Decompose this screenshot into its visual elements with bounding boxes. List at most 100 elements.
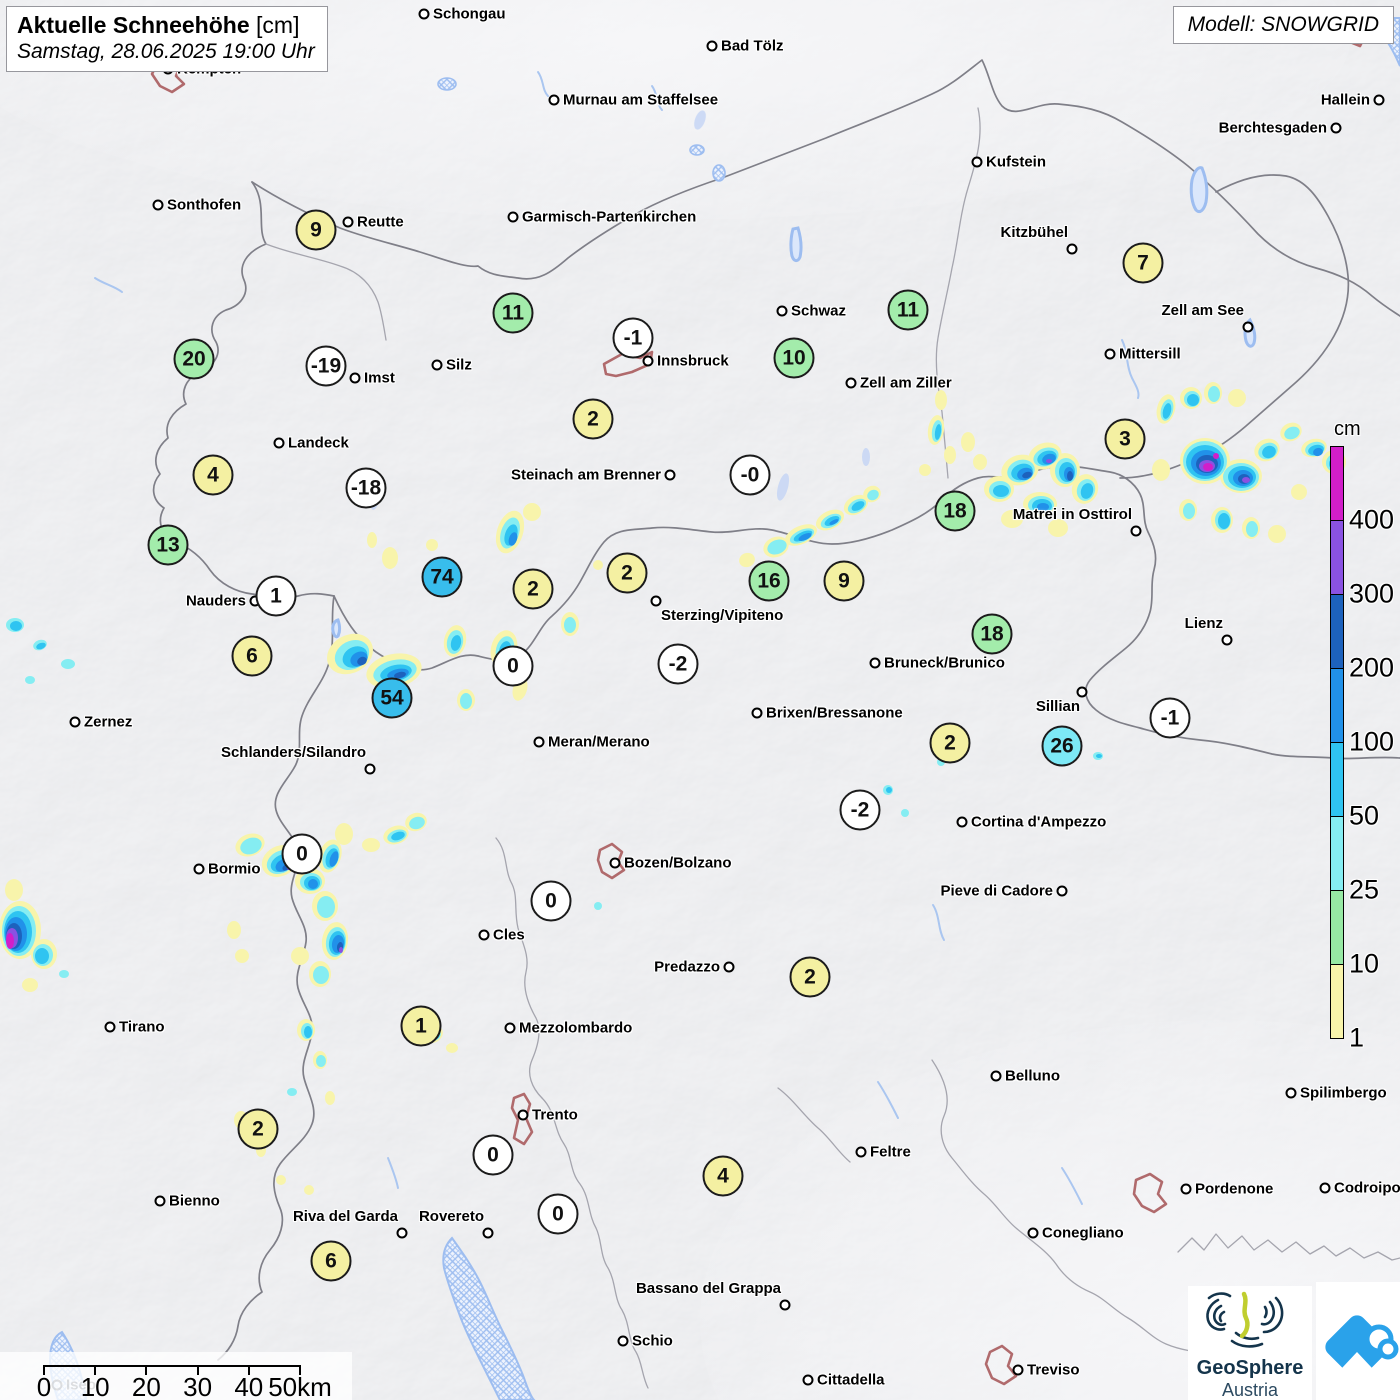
station-value-bubble: -0 xyxy=(729,454,771,496)
city-label: Berchtesgaden xyxy=(1218,119,1327,137)
city-marker xyxy=(396,1227,408,1239)
station-value-bubble: -19 xyxy=(305,345,347,387)
city-label: Treviso xyxy=(1027,1361,1080,1379)
snow-spot xyxy=(993,485,1009,497)
city-label: Steinach am Brenner xyxy=(510,466,661,484)
snow-spot xyxy=(227,921,241,939)
snow-spot xyxy=(304,1185,314,1195)
city-marker xyxy=(1056,885,1068,897)
city-label: Conegliano xyxy=(1042,1224,1124,1242)
city-marker xyxy=(642,355,654,367)
snow-spot xyxy=(944,446,956,464)
station-value-bubble: 3 xyxy=(1104,418,1146,460)
legend-tick-label: 100 xyxy=(1349,726,1395,757)
snow-spot xyxy=(886,787,892,793)
station-value-bubble: -2 xyxy=(839,789,881,831)
legend-segment: 100 xyxy=(1330,668,1394,757)
city-label: Cles xyxy=(493,926,525,944)
station-value-bubble: 0 xyxy=(530,880,572,922)
city-marker xyxy=(1221,634,1233,646)
city-marker xyxy=(802,1374,814,1386)
city-label: Innsbruck xyxy=(657,352,729,370)
snow-spot xyxy=(10,621,22,631)
city-label: Sterzing/Vipiteno xyxy=(661,607,784,624)
title-box: Aktuelle Schneehöhe [cm] Samstag, 28.06.… xyxy=(6,6,328,72)
snow-spot xyxy=(59,970,69,978)
snow-depth-map: SchongauBad TölzMurnau am StaffelseeKemp… xyxy=(0,0,1400,1400)
legend-tick-label: 200 xyxy=(1349,652,1395,683)
legend-unit-label: cm xyxy=(1334,418,1361,440)
city-marker xyxy=(617,1335,629,1347)
station-value-bubble: 11 xyxy=(887,289,929,331)
station-value-bubble: 4 xyxy=(702,1155,744,1197)
city-label: Zernez xyxy=(84,713,133,731)
city-marker xyxy=(1242,321,1254,333)
city-label: Spilimbergo xyxy=(1300,1084,1387,1102)
snow-spot xyxy=(426,539,438,551)
snow-spot xyxy=(367,532,377,548)
snow-spot xyxy=(961,432,975,452)
legend-tick-label: 300 xyxy=(1349,578,1395,609)
map-title: Aktuelle Schneehöhe [cm] xyxy=(17,12,315,39)
city-marker xyxy=(1319,1182,1331,1194)
map-scale-bar: 0 10 20 30 40 50km xyxy=(0,1352,352,1400)
city-marker xyxy=(1027,1227,1039,1239)
city-marker xyxy=(779,1299,791,1311)
city-label: Bienno xyxy=(169,1192,220,1210)
scale-tick-label: 0 xyxy=(36,1372,52,1400)
scale-tick-label: 20 xyxy=(131,1372,161,1400)
city-marker xyxy=(364,763,376,775)
city-label: Tirano xyxy=(119,1018,165,1036)
snow-spot xyxy=(304,1026,312,1038)
city-label: Zell am Ziller xyxy=(860,374,952,392)
snow-spot xyxy=(935,390,947,410)
city-marker xyxy=(104,1021,116,1033)
snow-spot xyxy=(523,503,541,521)
city-marker xyxy=(751,707,763,719)
station-value-bubble: -1 xyxy=(612,317,654,359)
city-label: Kitzbühel xyxy=(1000,224,1069,241)
city-label: Imst xyxy=(364,369,395,387)
station-value-bubble: 18 xyxy=(934,490,976,532)
snow-spot xyxy=(1046,459,1052,463)
legend-segment: 10 xyxy=(1330,890,1379,979)
city-marker xyxy=(990,1070,1002,1082)
city-marker xyxy=(664,469,676,481)
station-value-bubble: 0 xyxy=(281,833,323,875)
snow-spot xyxy=(335,823,353,845)
snow-spot xyxy=(317,896,335,918)
snow-spot xyxy=(564,617,576,633)
city-marker xyxy=(706,40,718,52)
city-label: Cittadella xyxy=(817,1371,885,1389)
snow-spot xyxy=(1183,503,1195,519)
city-marker xyxy=(1104,348,1116,360)
map-datetime: Samstag, 28.06.2025 19:00 Uhr xyxy=(17,40,315,63)
snow-spot xyxy=(973,454,987,470)
station-value-bubble: -18 xyxy=(345,467,387,509)
city-marker xyxy=(1012,1364,1024,1376)
city-label: Landeck xyxy=(288,434,349,452)
snow-spot xyxy=(919,464,931,476)
city-marker xyxy=(1285,1087,1297,1099)
station-value-bubble: 2 xyxy=(929,722,971,764)
city-marker xyxy=(869,657,881,669)
snow-spot xyxy=(1096,754,1102,758)
snow-spot xyxy=(1203,463,1213,471)
map-title-unit: [cm] xyxy=(256,12,300,38)
city-marker xyxy=(482,1227,494,1239)
station-value-bubble: 11 xyxy=(492,292,534,334)
city-marker xyxy=(1130,525,1142,537)
station-value-bubble: 9 xyxy=(823,560,865,602)
legend-segment: 400 xyxy=(1330,446,1394,535)
snow-spot xyxy=(316,1055,326,1067)
city-label: Sonthofen xyxy=(167,196,242,214)
city-label: Brixen/Bressanone xyxy=(766,704,903,722)
snow-spot xyxy=(1291,484,1307,500)
legend-tick-label: 25 xyxy=(1349,874,1380,905)
city-marker xyxy=(1373,94,1385,106)
city-label: Predazzo xyxy=(654,958,720,976)
scale-tick-label: 10 xyxy=(80,1372,110,1400)
snow-spot xyxy=(308,879,318,889)
city-label: Pieve di Cadore xyxy=(940,882,1053,900)
snow-spot xyxy=(362,838,380,852)
